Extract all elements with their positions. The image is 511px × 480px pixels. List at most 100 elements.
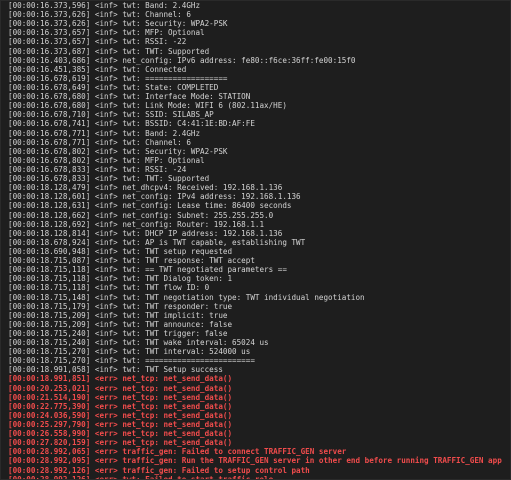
log-timestamp: [00:00:16.678,741] (8, 119, 91, 129)
log-line-info: [00:00:16.373,687] <inf> twt: TWT: Suppo… (8, 47, 508, 56)
log-line-info: [00:00:16.678,833] <inf> twt: RSSI: -24 (8, 165, 508, 174)
log-line-error: [00:00:27.820,159] <err> net_tcp: net_se… (8, 438, 508, 447)
log-level: <err> (94, 438, 118, 448)
log-level: <err> (94, 420, 118, 430)
log-message: twt: SSID: SILABS_AP (122, 110, 214, 120)
log-level: <err> (94, 410, 118, 420)
log-message: twt: Connected (122, 64, 187, 74)
log-message: twt: MFP: Optional (122, 155, 205, 165)
log-level: <inf> (94, 1, 118, 10)
log-timestamp: [00:00:16.678,649] (8, 82, 91, 92)
log-timestamp: [00:00:18.128,814] (8, 228, 91, 238)
log-timestamp: [00:00:28.992,095] (8, 456, 91, 466)
log-line-info: [00:00:16.678,680] <inf> twt: Interface … (8, 92, 508, 101)
log-timestamp: [00:00:26.558,990] (8, 429, 91, 439)
log-level: <inf> (94, 283, 118, 293)
log-line-info: [00:00:18.678,924] <inf> twt: AP is TWT … (8, 238, 508, 247)
log-level: <inf> (94, 92, 118, 102)
log-message: twt: Security: WPA2-PSK (122, 146, 228, 156)
log-level: <inf> (94, 82, 118, 92)
log-message: net_dhcpv4: Received: 192.168.1.136 (122, 183, 283, 193)
log-line-info: [00:00:18.715,209] <inf> twt: TWT announ… (8, 320, 508, 329)
log-timestamp: [00:00:16.678,680] (8, 92, 91, 102)
log-level: <err> (94, 374, 118, 384)
log-message: net_tcp: net_send_data() (122, 383, 233, 393)
log-timestamp: [00:00:18.715,270] (8, 347, 91, 357)
log-line-info: [00:00:16.678,741] <inf> twt: BSSID: C4:… (8, 119, 508, 128)
log-line-error: [00:00:22.775,390] <err> net_tcp: net_se… (8, 402, 508, 411)
log-level: <inf> (94, 10, 118, 20)
log-message: net_config: IPv6 address: fe80::f6ce:36f… (122, 55, 356, 65)
log-message: twt: TWT trigger: false (122, 328, 228, 338)
log-line-error: [00:00:24.036,590] <err> net_tcp: net_se… (8, 411, 508, 420)
log-level: <inf> (94, 338, 118, 348)
log-message: net_tcp: net_send_data() (122, 410, 233, 420)
log-level: <inf> (94, 19, 118, 29)
log-line-info: [00:00:18.991,058] <inf> twt: TWT Setup … (8, 365, 508, 374)
log-message: net_config: Lease time: 86400 seconds (122, 201, 292, 211)
log-message: twt: Channel: 6 (122, 137, 191, 147)
log-line-error: [00:00:28.992,126] <err> twt: Failed to … (8, 475, 508, 479)
log-message: twt: TWT: Supported (122, 46, 210, 56)
log-timestamp: [00:00:28.992,126] (8, 465, 91, 475)
log-line-info: [00:00:18.715,118] <inf> twt: TWT flow I… (8, 283, 508, 292)
log-level: <inf> (94, 328, 118, 338)
log-level: <inf> (94, 256, 118, 266)
log-line-info: [00:00:16.678,710] <inf> twt: SSID: SILA… (8, 110, 508, 119)
log-timestamp: [00:00:18.715,118] (8, 274, 91, 284)
log-level: <inf> (94, 237, 118, 247)
log-timestamp: [00:00:18.128,662] (8, 210, 91, 220)
log-line-info: [00:00:18.715,118] <inf> twt: TWT Dialog… (8, 274, 508, 283)
log-timestamp: [00:00:16.373,657] (8, 37, 91, 47)
log-message: twt: State: COMPLETED (122, 82, 219, 92)
log-timestamp: [00:00:18.991,058] (8, 365, 91, 375)
log-timestamp: [00:00:16.678,833] (8, 174, 91, 184)
log-line-info: [00:00:18.715,270] <inf> twt: ==========… (8, 356, 508, 365)
log-timestamp: [00:00:16.373,596] (8, 1, 91, 10)
log-message: twt: TWT setup requested (122, 246, 233, 256)
log-message: twt: == TWT negotiated parameters == (122, 265, 287, 275)
log-level: <inf> (94, 265, 118, 275)
log-message: net_config: IPv4 address: 192.168.1.136 (122, 192, 301, 202)
log-message: twt: Interface Mode: STATION (122, 92, 251, 102)
log-line-info: [00:00:18.715,087] <inf> twt: TWT respon… (8, 256, 508, 265)
log-line-info: [00:00:18.128,662] <inf> net_config: Sub… (8, 211, 508, 220)
log-timestamp: [00:00:18.715,270] (8, 356, 91, 366)
log-level: <err> (94, 465, 118, 475)
log-level: <inf> (94, 192, 118, 202)
log-level: <inf> (94, 28, 118, 38)
log-timestamp: [00:00:18.128,601] (8, 192, 91, 202)
log-message: twt: Channel: 6 (122, 10, 191, 20)
log-line-info: [00:00:16.451,385] <inf> twt: Connected (8, 65, 508, 74)
log-level: <inf> (94, 301, 118, 311)
log-timestamp: [00:00:16.678,802] (8, 146, 91, 156)
log-line-info: [00:00:18.128,479] <inf> net_dhcpv4: Rec… (8, 183, 508, 192)
log-message: twt: Link Mode: WIFI 6 (802.11ax/HE) (122, 101, 287, 111)
log-timestamp: [00:00:18.715,209] (8, 310, 91, 320)
log-message: twt: Security: WPA2-PSK (122, 19, 228, 29)
log-message: twt: Band: 2.4GHz (122, 1, 201, 10)
log-message: net_config: Subnet: 255.255.255.0 (122, 210, 274, 220)
log-timestamp: [00:00:16.678,802] (8, 155, 91, 165)
log-timestamp: [00:00:16.678,771] (8, 137, 91, 147)
log-level: <inf> (94, 310, 118, 320)
log-line-error: [00:00:26.558,990] <err> net_tcp: net_se… (8, 429, 508, 438)
log-line-info: [00:00:18.715,209] <inf> twt: TWT implic… (8, 311, 508, 320)
log-timestamp: [00:00:16.373,687] (8, 46, 91, 56)
log-line-info: [00:00:18.715,240] <inf> twt: TWT wake i… (8, 338, 508, 347)
log-message: twt: TWT flow ID: 0 (122, 283, 210, 293)
log-timestamp: [00:00:16.678,619] (8, 73, 91, 83)
log-line-error: [00:00:21.514,190] <err> net_tcp: net_se… (8, 393, 508, 402)
log-line-error: [00:00:28.992,095] <err> traffic_gen: Ru… (8, 456, 508, 465)
log-level: <err> (94, 383, 118, 393)
log-timestamp: [00:00:18.128,692] (8, 219, 91, 229)
log-timestamp: [00:00:18.991,851] (8, 374, 91, 384)
log-line-info: [00:00:18.715,240] <inf> twt: TWT trigge… (8, 329, 508, 338)
log-timestamp: [00:00:18.715,118] (8, 283, 91, 293)
log-level: <inf> (94, 64, 118, 74)
log-message: traffic_gen: Failed to connect TRAFFIC_G… (122, 447, 347, 457)
log-message: traffic_gen: Failed to setup control pat… (122, 465, 310, 475)
log-level: <inf> (94, 319, 118, 329)
log-level: <err> (94, 401, 118, 411)
log-message: twt: TWT wake interval: 65024 us (122, 338, 269, 348)
